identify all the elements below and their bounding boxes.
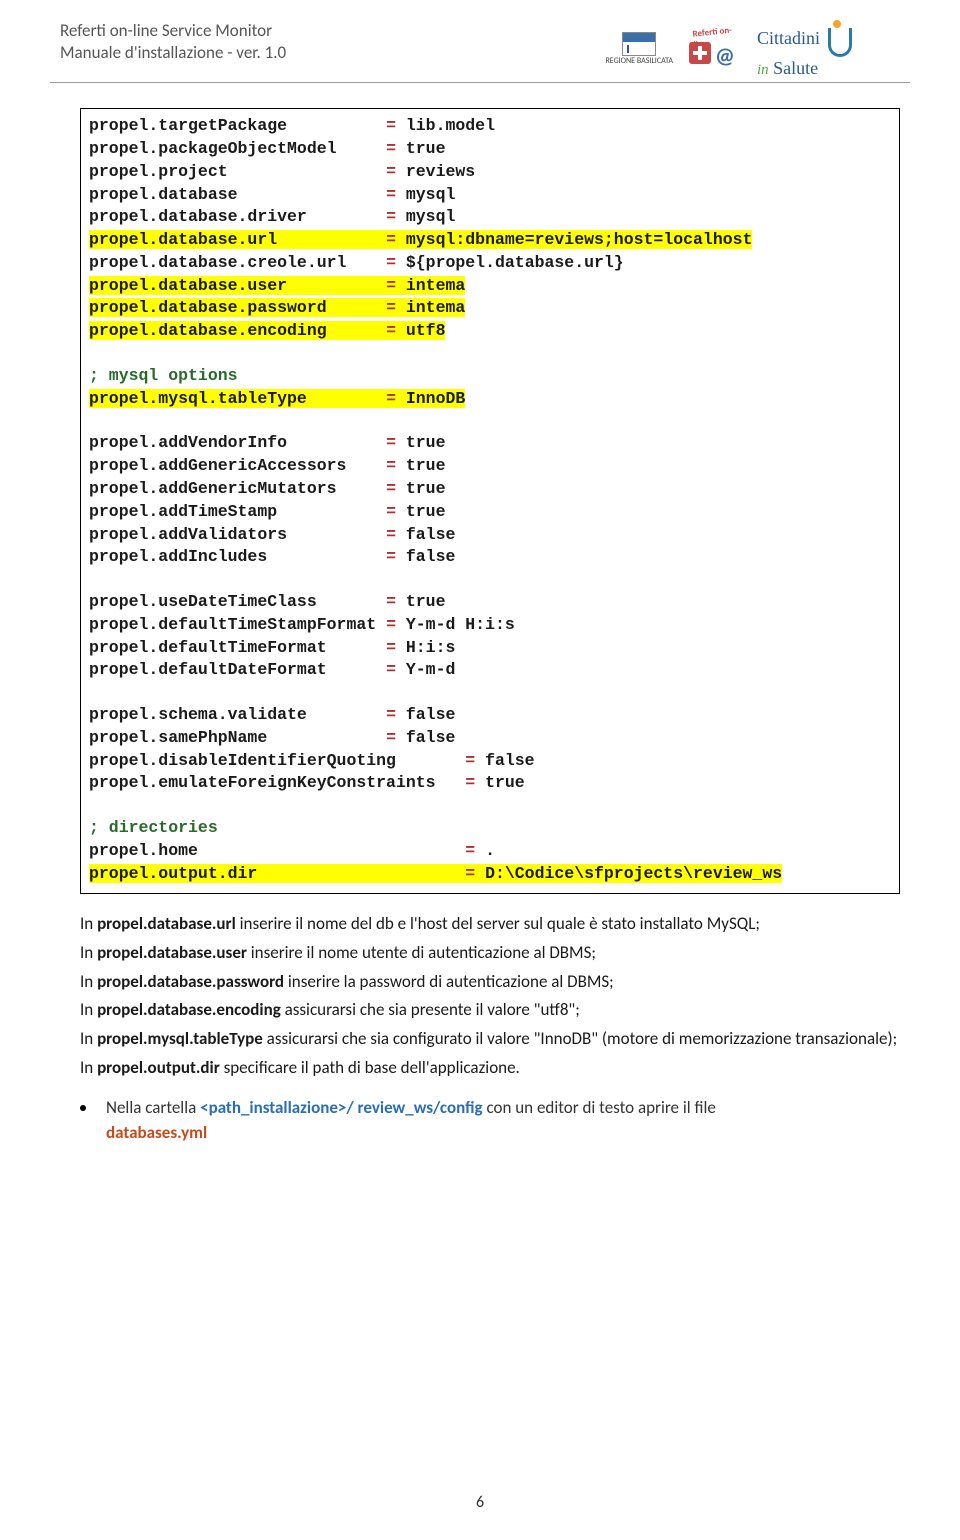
basilicata-label: REGIONE BASILICATA [605, 56, 673, 66]
page-header: Referti on-line Service Monitor Manuale … [50, 0, 910, 83]
logo-cittadini-salute: Cittadini in Salute [757, 20, 850, 77]
at-sign-icon: @ [715, 42, 735, 69]
install-path: <path_installazione>/ review_ws/config [200, 1097, 483, 1118]
instructions-block: In propel.database.url inserire il nome … [80, 912, 900, 1080]
instr-line-2: In propel.database.user inserire il nome… [80, 941, 900, 966]
bullet-item: Nella cartella <path_installazione>/ rev… [80, 1096, 900, 1145]
header-line-1: Referti on-line Service Monitor [60, 20, 286, 42]
instr-line-3: In propel.database.password inserire la … [80, 970, 900, 995]
logo-referti-online: Referti on-line @ [685, 28, 745, 70]
medical-cross-icon [689, 42, 711, 64]
instr-line-6: In propel.output.dir specificare il path… [80, 1056, 900, 1081]
header-title-block: Referti on-line Service Monitor Manuale … [60, 20, 286, 64]
config-code-block: propel.targetPackage = lib.modelpropel.p… [80, 108, 900, 894]
cittadini-text-bot: Salute [773, 58, 818, 78]
page-number: 6 [0, 1493, 960, 1512]
instr-line-1: In propel.database.url inserire il nome … [80, 912, 900, 937]
logo-regione-basilicata: REGIONE BASILICATA [605, 32, 673, 66]
bullet-dot-icon [80, 1105, 86, 1111]
file-databases-yml: databases.yml [106, 1122, 207, 1143]
instr-line-5: In propel.mysql.tableType assicurarsi ch… [80, 1027, 900, 1052]
header-line-2: Manuale d'installazione - ver. 1.0 [60, 42, 286, 64]
cittadini-text-top: Cittadini [757, 28, 820, 48]
basilicata-flag-icon [622, 32, 656, 56]
cittadini-in: in [757, 62, 769, 78]
header-logos: REGIONE BASILICATA Referti on-line @ Cit… [605, 20, 850, 77]
bullet-text: Nella cartella <path_installazione>/ rev… [106, 1096, 716, 1145]
person-figure-icon [824, 20, 850, 60]
instr-line-4: In propel.database.encoding assicurarsi … [80, 998, 900, 1023]
